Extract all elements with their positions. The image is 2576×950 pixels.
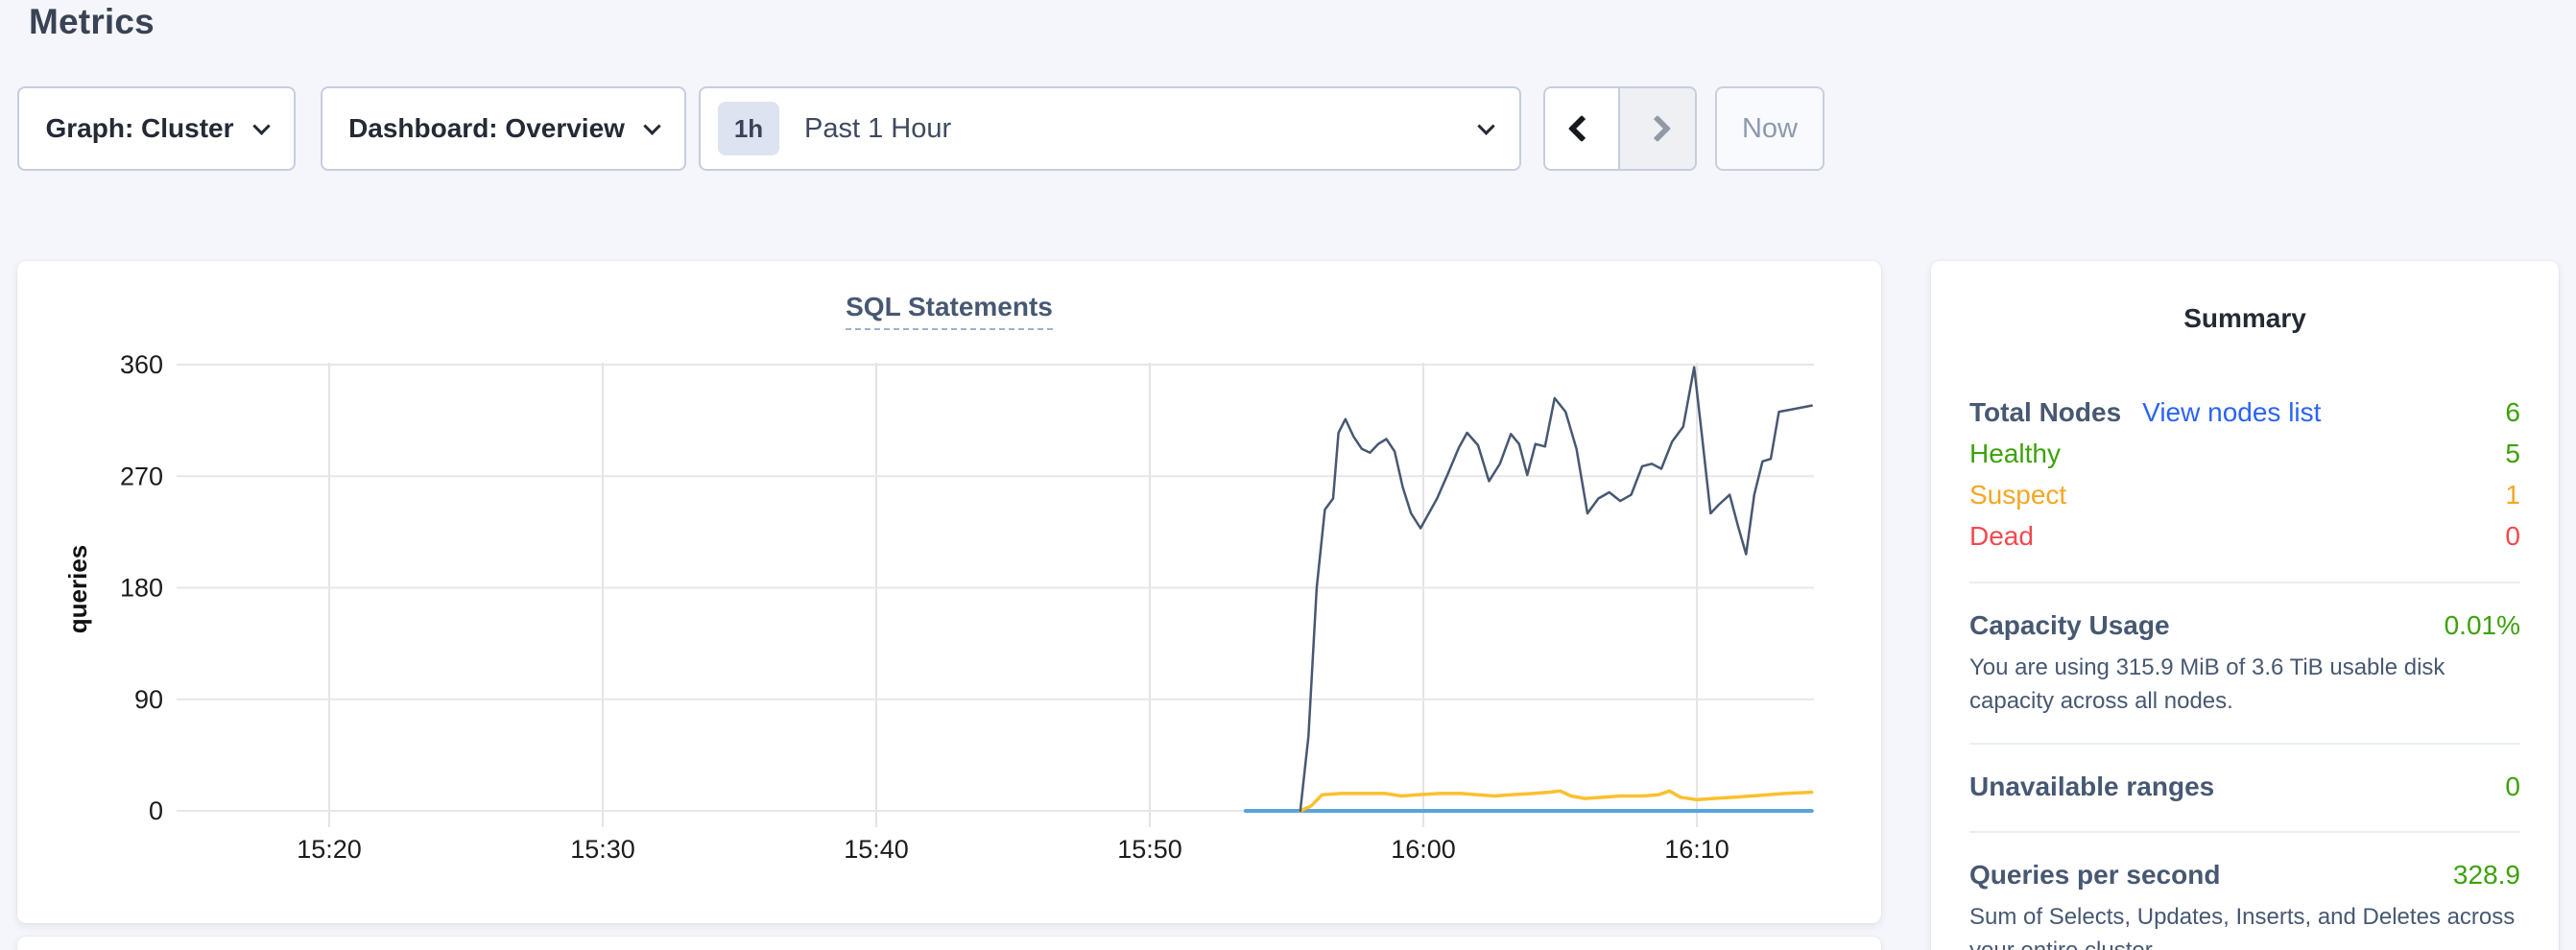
summary-panel: Summary Total Nodes View nodes list 6 He… bbox=[1931, 261, 2559, 950]
chevron-down-icon bbox=[1477, 117, 1494, 134]
divider bbox=[1969, 582, 2520, 583]
dead-label: Dead bbox=[1969, 515, 2034, 557]
total-nodes-value: 6 bbox=[2505, 392, 2520, 433]
svg-text:16:10: 16:10 bbox=[1664, 835, 1729, 864]
dashboard-dropdown[interactable]: Dashboard: Overview bbox=[321, 86, 686, 171]
summary-title: Summary bbox=[1969, 303, 2520, 334]
dead-nodes-row: Dead 0 bbox=[1969, 515, 2520, 557]
chevron-down-icon bbox=[643, 117, 660, 134]
capacity-usage-description: You are using 315.9 MiB of 3.6 TiB usabl… bbox=[1969, 651, 2520, 718]
view-nodes-list-link[interactable]: View nodes list bbox=[2142, 392, 2321, 433]
queries-per-second-value: 328.9 bbox=[2453, 856, 2520, 894]
time-range-picker[interactable]: 1h Past 1 Hour bbox=[699, 86, 1521, 171]
svg-text:15:40: 15:40 bbox=[844, 835, 909, 864]
healthy-value: 5 bbox=[2505, 433, 2520, 474]
dead-value: 0 bbox=[2505, 515, 2520, 557]
svg-text:15:30: 15:30 bbox=[570, 835, 635, 864]
svg-text:180: 180 bbox=[120, 574, 163, 603]
svg-text:15:20: 15:20 bbox=[297, 835, 362, 864]
sql-statements-chart-card: SQL Statements 15:2015:3015:4015:5016:00… bbox=[17, 261, 1881, 923]
graph-scope-label: Graph: Cluster bbox=[45, 113, 233, 144]
time-range-badge: 1h bbox=[718, 102, 779, 155]
page-title: Metrics bbox=[29, 2, 155, 42]
chevron-left-icon bbox=[1568, 115, 1595, 142]
sql-statements-chart[interactable]: 15:20 15:30 15:40 15:50 16:00 16:10 0 90 180 270 3… bbox=[17, 261, 1881, 923]
divider bbox=[1969, 831, 2520, 833]
capacity-usage-label: Capacity Usage bbox=[1969, 606, 2170, 645]
unavailable-ranges-value: 0 bbox=[2505, 768, 2520, 806]
time-range-label: Past 1 Hour bbox=[804, 113, 1455, 145]
healthy-nodes-row: Healthy 5 bbox=[1969, 433, 2520, 474]
time-range-step-group bbox=[1543, 86, 1697, 171]
suspect-label: Suspect bbox=[1969, 474, 2066, 515]
unavailable-ranges-label: Unavailable ranges bbox=[1969, 768, 2214, 806]
next-chart-card bbox=[17, 937, 1881, 950]
total-nodes-label: Total Nodes bbox=[1969, 392, 2121, 433]
svg-text:0: 0 bbox=[149, 796, 163, 825]
svg-text:15:50: 15:50 bbox=[1117, 835, 1182, 864]
suspect-value: 1 bbox=[2505, 474, 2520, 515]
prev-time-range-button[interactable] bbox=[1545, 88, 1620, 169]
svg-text:270: 270 bbox=[120, 462, 163, 490]
metrics-page: Metrics Graph: Cluster Dashboard: Overvi… bbox=[0, 0, 2576, 950]
capacity-usage-row: Capacity Usage 0.01% bbox=[1969, 606, 2520, 645]
queries-per-second-label: Queries per second bbox=[1969, 856, 2220, 894]
svg-text:queries: queries bbox=[63, 545, 92, 634]
graph-scope-dropdown[interactable]: Graph: Cluster bbox=[17, 86, 296, 171]
total-nodes-row: Total Nodes View nodes list 6 bbox=[1969, 392, 2520, 433]
svg-text:360: 360 bbox=[120, 350, 163, 379]
queries-per-second-description: Sum of Selects, Updates, Inserts, and De… bbox=[1969, 900, 2520, 950]
chevron-down-icon bbox=[252, 117, 270, 134]
capacity-usage-value: 0.01% bbox=[2445, 606, 2520, 645]
dashboard-label: Dashboard: Overview bbox=[348, 113, 625, 144]
now-button[interactable]: Now bbox=[1715, 86, 1825, 171]
suspect-nodes-row: Suspect 1 bbox=[1969, 474, 2520, 515]
unavailable-ranges-row: Unavailable ranges 0 bbox=[1969, 768, 2520, 806]
svg-text:90: 90 bbox=[134, 685, 163, 714]
svg-text:16:00: 16:00 bbox=[1391, 835, 1456, 864]
chevron-right-icon bbox=[1644, 115, 1671, 142]
divider bbox=[1969, 743, 2520, 745]
next-time-range-button[interactable] bbox=[1620, 88, 1695, 169]
queries-per-second-row: Queries per second 328.9 bbox=[1969, 856, 2520, 894]
healthy-label: Healthy bbox=[1969, 433, 2061, 474]
